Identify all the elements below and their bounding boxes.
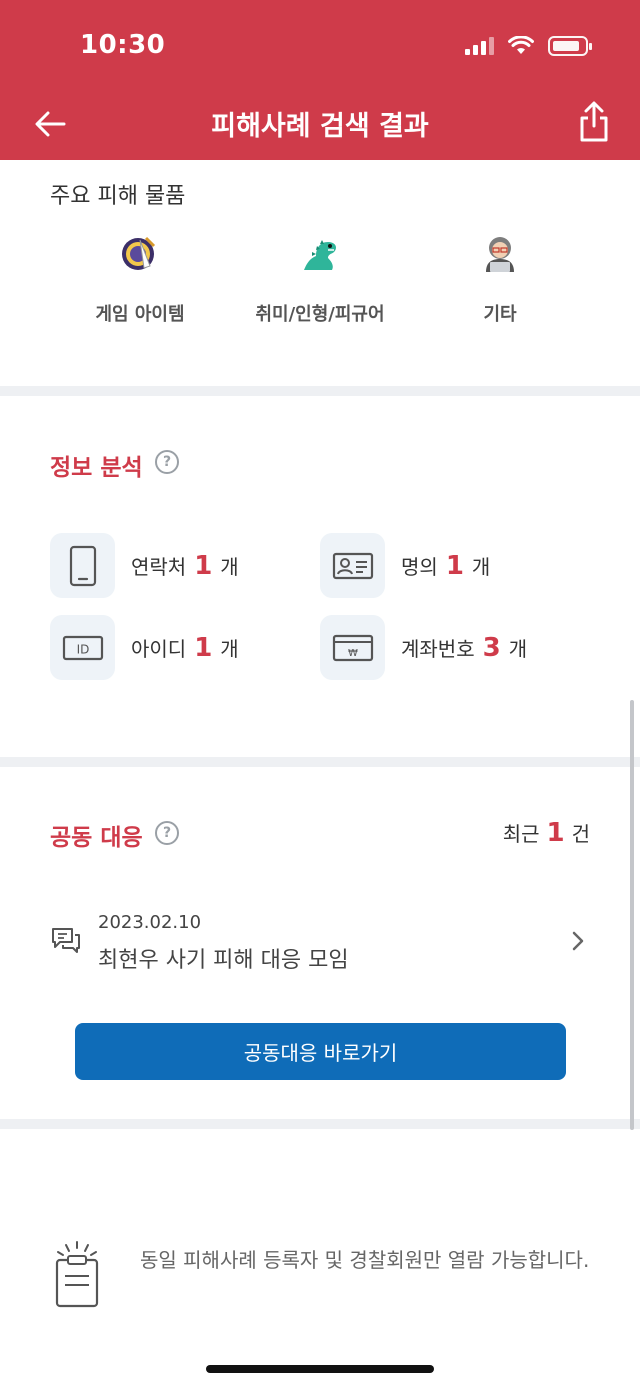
damaged-item-other: 기타 [410, 232, 590, 326]
status-icons [465, 36, 592, 56]
info-card-unit: 개 [471, 554, 491, 579]
info-card-icon-box: ID [50, 615, 115, 680]
info-card-unit: 개 [220, 636, 239, 661]
chat-bubbles-icon [52, 928, 80, 953]
id-badge-icon: ID [62, 635, 103, 660]
id-card-icon [332, 552, 373, 579]
joint-response-title: 공동 대응 [50, 825, 143, 851]
home-indicator[interactable] [206, 1365, 434, 1373]
info-card-unit: 개 [508, 636, 528, 661]
share-icon[interactable] [578, 100, 610, 144]
info-card-label: 계좌번호 [401, 636, 475, 661]
person-laptop-emoji-icon [486, 237, 514, 272]
game-item-emoji-icon [122, 236, 156, 270]
info-card-user-id[interactable]: ID 아이디 1 개 [50, 615, 239, 680]
damaged-item-label: 기타 [483, 304, 517, 325]
section-divider [0, 1119, 640, 1129]
damaged-items-section: 주요 피해 물품 게임 아이템 취미/인형/피규어 기타 [0, 160, 640, 386]
damaged-item-label: 게임 아이템 [95, 304, 185, 325]
svg-text:₩: ₩ [348, 648, 358, 659]
joint-response-post[interactable]: 2023.02.10 최현우 사기 피해 대응 모임 [48, 900, 596, 980]
phone-icon [69, 545, 96, 586]
info-card-icon-box [320, 533, 385, 598]
info-card-identity[interactable]: 명의 1 개 [320, 533, 490, 598]
recent-label: 최근 [502, 822, 540, 846]
recent-count: 최근 1 건 [503, 818, 590, 848]
info-card-label: 명의 [401, 554, 438, 579]
info-card-count: 1 [194, 632, 213, 663]
recent-unit: 건 [571, 822, 590, 846]
info-card-bank-account[interactable]: ₩ 계좌번호 3 개 [320, 615, 527, 680]
info-card-label: 연락처 [131, 554, 187, 579]
info-card-contact[interactable]: 연락처 1 개 [50, 533, 239, 598]
access-notice: 동일 피해사례 등록자 및 경찰회원만 열람 가능합니다. [140, 1248, 590, 1272]
damaged-item-label: 취미/인형/피규어 [255, 304, 385, 325]
info-card-label: 아이디 [131, 636, 187, 661]
damaged-items-caption: 주요 피해 물품 [50, 184, 186, 209]
page-title: 피해사례 검색 결과 [211, 111, 429, 142]
go-joint-response-button[interactable]: 공동대응 바로가기 [75, 1023, 566, 1080]
section-divider [0, 386, 640, 396]
wifi-icon [508, 36, 534, 54]
info-card-icon-box [50, 533, 115, 598]
bank-account-icon: ₩ [332, 634, 373, 661]
svg-text:ID: ID [76, 642, 89, 656]
help-icon[interactable]: ? [155, 450, 179, 474]
damaged-item-hobby: 취미/인형/피규어 [230, 232, 410, 326]
clipboard-alert-icon [55, 1241, 99, 1308]
dinosaur-figure-emoji-icon [304, 240, 336, 270]
cellular-signal-icon [465, 37, 494, 55]
info-card-count: 1 [445, 550, 464, 581]
battery-icon [548, 36, 592, 56]
info-card-unit: 개 [220, 554, 239, 579]
app-header: 10:30 피해사례 검색 결과 [0, 0, 640, 160]
info-card-count: 1 [194, 550, 213, 581]
post-date: 2023.02.10 [98, 912, 202, 933]
recent-number: 1 [546, 818, 565, 848]
scrollbar[interactable] [630, 700, 634, 1130]
damaged-item-game: 게임 아이템 [50, 232, 230, 326]
info-card-count: 3 [482, 632, 501, 663]
section-divider [0, 757, 640, 767]
status-time: 10:30 [80, 30, 166, 60]
chevron-right-icon [572, 931, 584, 951]
info-card-icon-box: ₩ [320, 615, 385, 680]
help-icon[interactable]: ? [155, 821, 179, 845]
info-analysis-title: 정보 분석 [50, 455, 143, 481]
post-title: 최현우 사기 피해 대응 모임 [98, 948, 349, 973]
